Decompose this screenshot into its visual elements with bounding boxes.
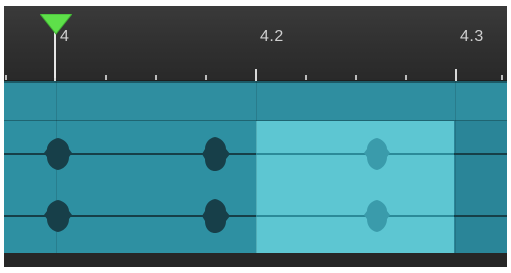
waveform-channel-left-baseline-selected (256, 153, 454, 155)
grid-line (455, 81, 456, 253)
ruler-tick-minor (105, 75, 107, 80)
selection-region[interactable] (256, 121, 454, 253)
waveform-transient (202, 137, 230, 171)
ruler-tick-minor (355, 75, 357, 80)
grid-line (256, 81, 257, 253)
ruler-tick-minor (155, 75, 157, 80)
ruler-tick-major (255, 69, 257, 81)
playhead-triangle-icon[interactable] (40, 14, 72, 36)
waveform-transient (202, 199, 230, 233)
ruler-tick-minor (305, 75, 307, 80)
waveform-channel-right-baseline-selected (256, 215, 454, 217)
time-ruler[interactable]: 4 4.2 4.3 (4, 6, 507, 81)
waveform-transient-selected (364, 200, 390, 232)
waveform-transient (44, 200, 72, 232)
playhead-line[interactable] (54, 30, 56, 78)
ruler-tick-major (455, 69, 457, 81)
track-bottom-edge (4, 253, 507, 267)
waveform-transient-selected (364, 138, 390, 170)
ruler-tick-minor (205, 75, 207, 80)
ruler-label-4-3: 4.3 (460, 28, 484, 45)
frame-bottom (0, 267, 511, 273)
frame-right (507, 0, 511, 273)
ruler-tick-minor (405, 75, 407, 80)
daw-timeline-view: 4 4.2 4.3 (0, 0, 511, 273)
ruler-label-4-2: 4.2 (260, 28, 284, 45)
waveform-transient (44, 138, 72, 170)
ruler-tick-minor (501, 75, 503, 80)
audio-clip-tail[interactable] (454, 121, 507, 253)
ruler-tick-minor (5, 75, 7, 80)
